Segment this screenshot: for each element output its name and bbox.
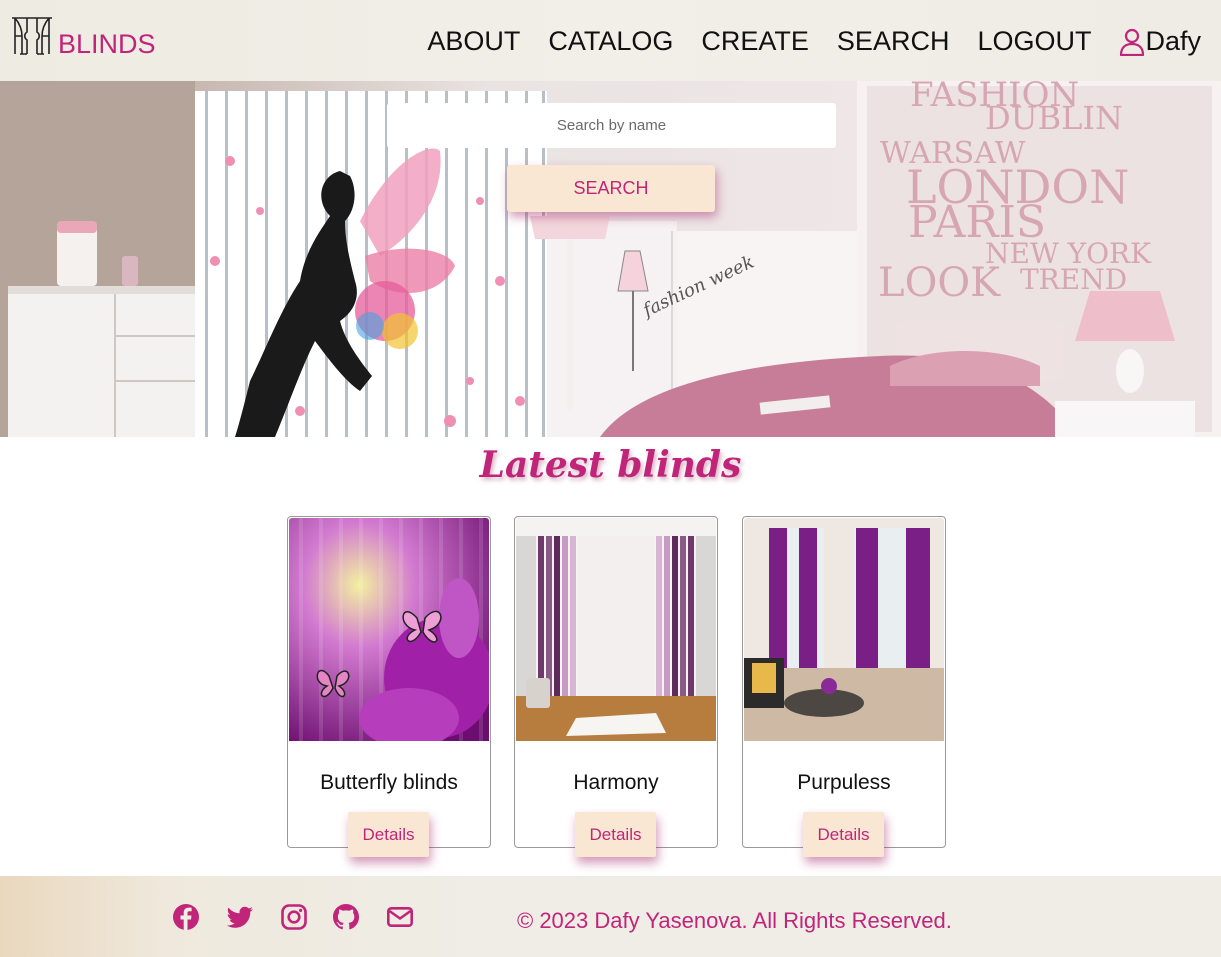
blind-card-purpuless: Purpuless Details bbox=[742, 516, 946, 857]
latest-blinds-title: Latest blinds bbox=[479, 444, 742, 486]
instagram-icon[interactable] bbox=[280, 903, 308, 931]
nav-catalog[interactable]: CATALOG bbox=[548, 28, 673, 55]
card-image bbox=[744, 518, 944, 741]
user-icon bbox=[1120, 28, 1145, 56]
harmony-blinds-photo bbox=[516, 518, 716, 741]
card-title: Purpuless bbox=[797, 771, 891, 794]
github-icon[interactable] bbox=[332, 903, 360, 931]
details-button[interactable]: Details bbox=[348, 812, 429, 857]
copyright-text: © 2023 Dafy Yasenova. All Rights Reserve… bbox=[517, 908, 952, 933]
user-profile-link[interactable]: Dafy bbox=[1119, 26, 1201, 57]
card-image bbox=[516, 518, 716, 741]
logo-text: BLINDS bbox=[58, 29, 156, 59]
user-name: Dafy bbox=[1145, 26, 1201, 56]
mail-icon[interactable] bbox=[386, 903, 414, 931]
search-input[interactable] bbox=[387, 103, 836, 148]
wall-word-look: LOOK bbox=[878, 260, 1001, 306]
blind-card-harmony: Harmony Details bbox=[514, 516, 718, 857]
card-image bbox=[289, 518, 489, 741]
home-logo-link[interactable]: BLINDS bbox=[10, 14, 156, 58]
nav-logout[interactable]: LOGOUT bbox=[977, 28, 1091, 55]
nav-create[interactable]: CREATE bbox=[701, 28, 809, 55]
details-button[interactable]: Details bbox=[575, 812, 656, 857]
curtain-logo-icon bbox=[12, 17, 52, 55]
wall-word-dublin: DUBLIN bbox=[985, 99, 1123, 137]
card-title: Harmony bbox=[573, 771, 659, 794]
search-button[interactable]: SEARCH bbox=[507, 165, 715, 212]
twitter-icon[interactable] bbox=[226, 903, 254, 931]
nav-search[interactable]: SEARCH bbox=[837, 28, 950, 55]
main-nav: ABOUT CATALOG CREATE SEARCH LOGOUT Dafy bbox=[399, 26, 1201, 57]
butterfly-blinds-photo bbox=[289, 518, 489, 741]
site-footer: © 2023 Dafy Yasenova. All Rights Reserve… bbox=[0, 876, 1221, 957]
blind-card-butterfly: Butterfly blinds Details bbox=[287, 516, 491, 857]
purpuless-blinds-photo bbox=[744, 518, 944, 741]
card-title: Butterfly blinds bbox=[320, 771, 458, 794]
details-button[interactable]: Details bbox=[803, 812, 884, 857]
facebook-icon[interactable] bbox=[172, 903, 200, 931]
nav-about[interactable]: ABOUT bbox=[427, 28, 520, 55]
site-header: BLINDS ABOUT CATALOG CREATE SEARCH LOGOU… bbox=[0, 0, 1221, 81]
hero-banner: fashion week FASHION DUBLIN WARSAW LONDO… bbox=[0, 81, 1221, 437]
